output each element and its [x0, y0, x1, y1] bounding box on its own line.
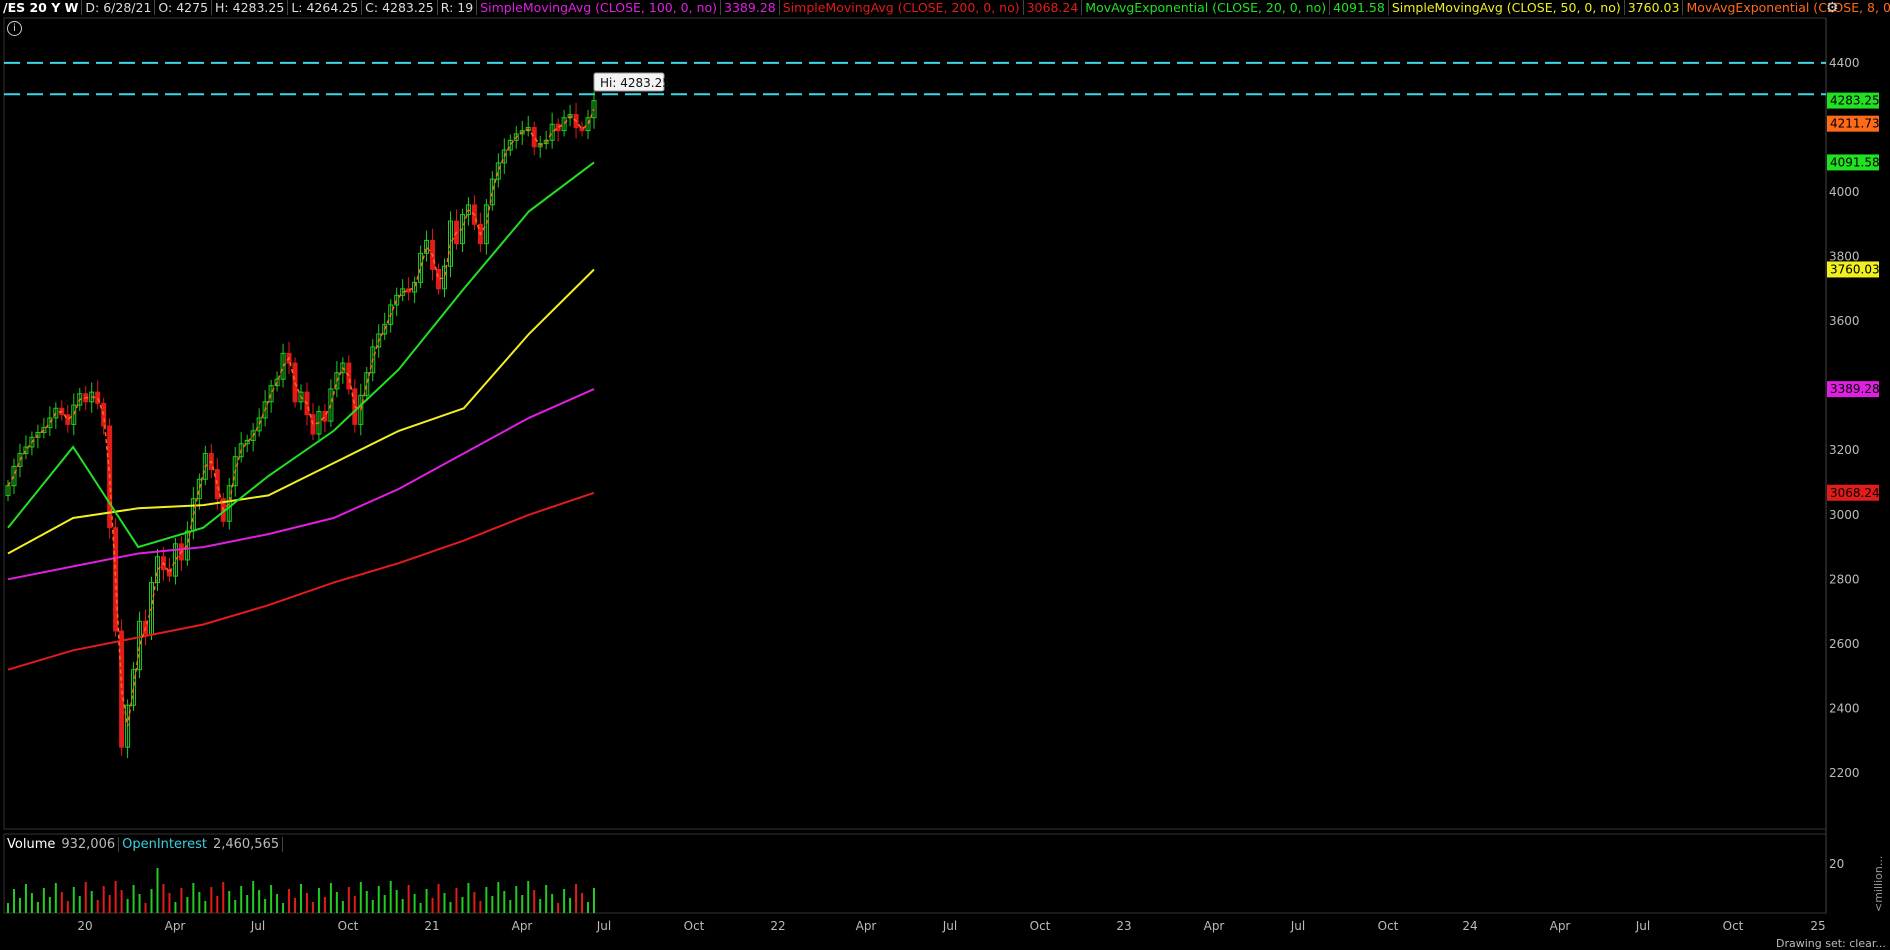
moving-average-line	[7, 491, 595, 671]
ema8-line	[7, 108, 595, 727]
price-panel-frame	[3, 17, 1827, 830]
y-tick-label: 4000	[1829, 185, 1860, 199]
y-tick-label: 2400	[1829, 701, 1860, 715]
price-tag-label: 4211.73	[1830, 117, 1880, 131]
moving-average-line	[7, 388, 595, 581]
y-tick-label: 3600	[1829, 314, 1860, 328]
x-tick-label: 21	[424, 919, 439, 933]
open-interest-value: 2,460,565	[209, 837, 284, 852]
y-tick-label: 2200	[1829, 766, 1860, 780]
candle-body	[65, 414, 71, 425]
x-tick-label: Oct	[1030, 919, 1051, 933]
x-tick-label: Apr	[1550, 919, 1571, 933]
candle-body	[310, 414, 316, 435]
y-tick-label: 4400	[1829, 56, 1860, 70]
x-tick-label: Jul	[250, 919, 265, 933]
candle-body	[119, 630, 125, 748]
x-tick-label: Oct	[1378, 919, 1399, 933]
hi-label: Hi: 4283.25	[600, 76, 670, 90]
price-tag-label: 4091.58	[1830, 155, 1880, 169]
x-tick-label: Jul	[596, 919, 611, 933]
price-chart[interactable]: 4400 4000 3800 3600 3200 3000 2800 2600 2400 2200…	[0, 0, 1890, 945]
volume-header: Volume 932,006 OpenInterest 2,460,565	[4, 836, 284, 854]
volume-tick-label: 20	[1829, 857, 1844, 871]
y-tick-label: 3000	[1829, 508, 1860, 522]
x-tick-label: 22	[770, 919, 785, 933]
volume-unit-label: <million...	[1872, 856, 1885, 912]
candle-body	[214, 469, 220, 500]
candle-body	[346, 362, 352, 390]
x-tick-label: Jul	[1635, 919, 1650, 933]
x-tick-label: Oct	[684, 919, 705, 933]
y-tick-label: 3200	[1829, 443, 1860, 457]
x-tick-label: 23	[1116, 919, 1131, 933]
y-tick-label: 3800	[1829, 250, 1860, 264]
x-tick-label: 25	[1810, 919, 1825, 933]
y-tick-label: 2600	[1829, 637, 1860, 651]
x-tick-label: 20	[77, 919, 92, 933]
y-tick-label: 2800	[1829, 572, 1860, 586]
x-tick-label: Oct	[338, 919, 359, 933]
x-tick-label: Apr	[165, 919, 186, 933]
x-tick-label: Oct	[1723, 919, 1744, 933]
price-tag-label: 3068.24	[1830, 486, 1880, 500]
price-tag-label: 3760.03	[1830, 262, 1880, 276]
candle-body	[292, 362, 298, 403]
volume-label: Volume	[7, 837, 56, 852]
status-text: Drawing set: clear...	[1776, 937, 1886, 950]
candle-body	[531, 126, 537, 148]
x-tick-label: Jul	[942, 919, 957, 933]
moving-average-line	[7, 161, 595, 549]
x-tick-label: Apr	[512, 919, 533, 933]
moving-average-line	[7, 268, 595, 555]
volume-value: 932,006	[58, 837, 120, 852]
x-tick-label: 24	[1462, 919, 1477, 933]
price-tag-label: 4283.25	[1830, 94, 1880, 108]
price-tag-label: 3389.28	[1830, 382, 1880, 396]
open-interest-label: OpenInterest	[122, 837, 207, 852]
x-tick-label: Jul	[1290, 919, 1305, 933]
x-tick-label: Apr	[1204, 919, 1225, 933]
x-tick-label: Apr	[856, 919, 877, 933]
